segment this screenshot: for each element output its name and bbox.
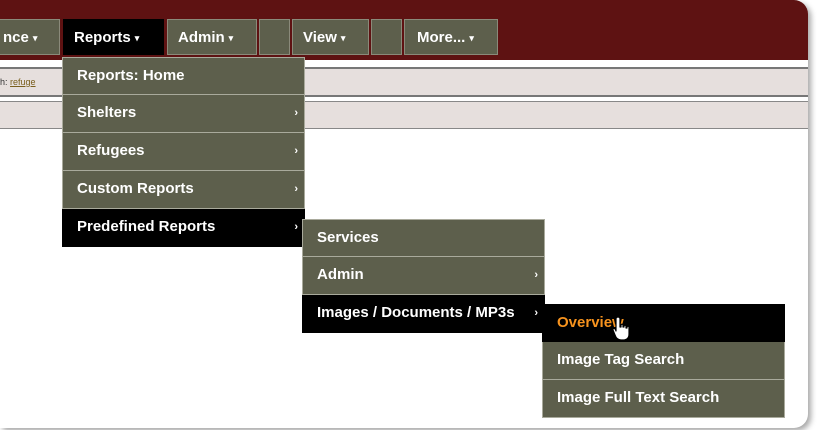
- menu-item-label: Shelters: [77, 104, 137, 121]
- menu-item-more[interactable]: More... ▾: [404, 19, 498, 55]
- menu-item-view[interactable]: View ▾: [292, 19, 369, 55]
- menu-item-custom-reports[interactable]: Custom Reports ›: [62, 171, 305, 209]
- menu-item-label: Images / Documents / MP3s: [317, 304, 515, 321]
- menu-item-reports[interactable]: Reports ▾: [63, 19, 164, 55]
- menu-item-overview[interactable]: Overview: [542, 304, 785, 342]
- menu-label: View: [303, 29, 337, 46]
- menu-item-maintenance[interactable]: nce ▾: [0, 19, 60, 55]
- menu-item-spacer[interactable]: [371, 19, 402, 55]
- menu-label: nce: [3, 29, 29, 46]
- chevron-down-icon: ▾: [32, 33, 38, 43]
- chevron-right-icon: ›: [294, 107, 298, 119]
- menu-item-services[interactable]: Services: [302, 219, 545, 257]
- breadcrumb-link[interactable]: refuge: [10, 77, 36, 87]
- breadcrumb-prefix: h:: [0, 77, 8, 87]
- menu-item-spacer[interactable]: [259, 19, 290, 55]
- menu-item-label: Image Tag Search: [557, 351, 685, 368]
- menu-item-label: Services: [317, 229, 379, 246]
- predefined-reports-submenu: Services Admin › Images / Documents / MP…: [302, 219, 545, 333]
- chevron-right-icon: ›: [534, 269, 538, 281]
- menu-item-label: Reports: Home: [77, 67, 185, 84]
- menu-item-label: Admin: [317, 266, 364, 283]
- menu-item-predefined-reports[interactable]: Predefined Reports ›: [62, 209, 305, 247]
- chevron-down-icon: ▾: [228, 33, 234, 43]
- menu-item-refugees[interactable]: Refugees ›: [62, 133, 305, 171]
- top-menubar: nce ▾ Reports ▾ Admin ▾ View ▾ More... ▾: [0, 0, 808, 60]
- menu-item-label: Refugees: [77, 142, 145, 159]
- menu-item-admin[interactable]: Admin ›: [302, 257, 545, 295]
- images-submenu: Overview Image Tag Search Image Full Tex…: [542, 304, 785, 418]
- menu-label: Reports: [74, 29, 131, 46]
- hand-pointer-icon: [612, 316, 630, 341]
- reports-dropdown: Reports: Home Shelters › Refugees › Cust…: [62, 57, 305, 247]
- app-window: nce ▾ Reports ▾ Admin ▾ View ▾ More... ▾ h: r…: [0, 0, 808, 428]
- menu-item-shelters[interactable]: Shelters ›: [62, 95, 305, 133]
- chevron-right-icon: ›: [294, 221, 298, 233]
- menu-item-label: Image Full Text Search: [557, 389, 720, 406]
- menu-item-reports-home[interactable]: Reports: Home: [62, 57, 305, 95]
- menu-item-admin[interactable]: Admin ▾: [167, 19, 257, 55]
- menu-item-images-documents-mp3s[interactable]: Images / Documents / MP3s ›: [302, 295, 545, 333]
- chevron-down-icon: ▾: [134, 33, 140, 43]
- chevron-right-icon: ›: [534, 307, 538, 319]
- chevron-right-icon: ›: [294, 183, 298, 195]
- menu-item-image-full-text-search[interactable]: Image Full Text Search: [542, 380, 785, 418]
- menu-item-image-tag-search[interactable]: Image Tag Search: [542, 342, 785, 380]
- chevron-right-icon: ›: [294, 145, 298, 157]
- chevron-down-icon: ▾: [340, 33, 346, 43]
- menu-label: Admin: [178, 29, 225, 46]
- chevron-down-icon: ▾: [469, 33, 474, 43]
- menu-item-label: Custom Reports: [77, 180, 194, 197]
- menu-item-label: Predefined Reports: [77, 218, 216, 235]
- menu-label: More...: [417, 29, 466, 46]
